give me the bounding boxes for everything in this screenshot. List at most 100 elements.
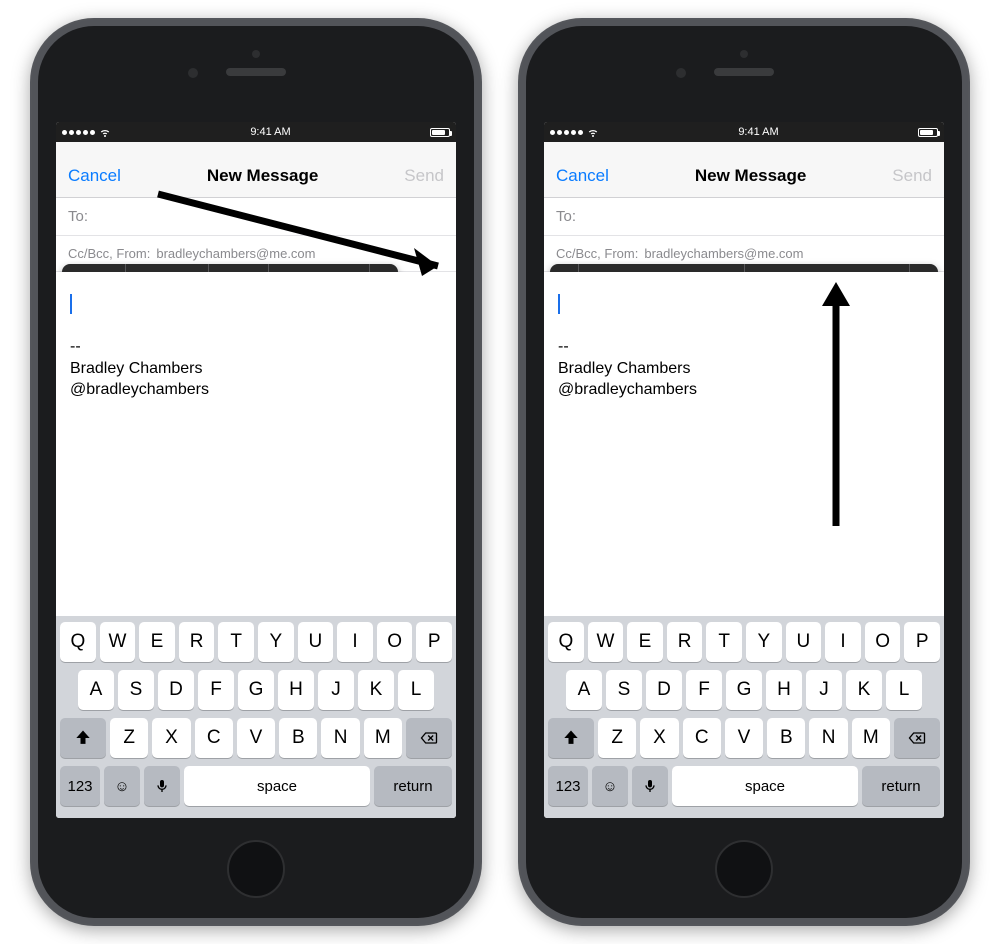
key-backspace[interactable] <box>406 718 452 758</box>
shift-icon <box>73 728 93 748</box>
key-x[interactable]: X <box>640 718 678 758</box>
key-n[interactable]: N <box>321 718 359 758</box>
keyboard: Q W E R T Y U I O P A S D <box>544 616 944 818</box>
key-y[interactable]: Y <box>746 622 782 662</box>
key-return[interactable]: return <box>862 766 940 806</box>
key-123[interactable]: 123 <box>60 766 100 806</box>
key-row-4: 123 ☺ space return <box>548 766 940 806</box>
key-j[interactable]: J <box>318 670 354 710</box>
key-l[interactable]: L <box>398 670 434 710</box>
key-e[interactable]: E <box>627 622 663 662</box>
key-e[interactable]: E <box>139 622 175 662</box>
key-c[interactable]: C <box>683 718 721 758</box>
signal-dots-icon <box>62 130 95 135</box>
key-q[interactable]: Q <box>548 622 584 662</box>
cancel-button[interactable]: Cancel <box>68 166 121 186</box>
home-button[interactable] <box>227 840 285 898</box>
key-space[interactable]: space <box>672 766 858 806</box>
key-c[interactable]: C <box>195 718 233 758</box>
key-emoji[interactable]: ☺ <box>592 766 628 806</box>
key-a[interactable]: A <box>78 670 114 710</box>
key-n[interactable]: N <box>809 718 847 758</box>
key-o[interactable]: O <box>377 622 413 662</box>
key-p[interactable]: P <box>416 622 452 662</box>
key-s[interactable]: S <box>606 670 642 710</box>
cc-label: Cc/Bcc, From: <box>68 246 150 261</box>
key-t[interactable]: T <box>218 622 254 662</box>
status-bar: 9:41 AM <box>544 122 944 142</box>
sheet-strip <box>56 142 456 154</box>
key-f[interactable]: F <box>198 670 234 710</box>
key-m[interactable]: M <box>364 718 402 758</box>
key-z[interactable]: Z <box>110 718 148 758</box>
key-123[interactable]: 123 <box>548 766 588 806</box>
key-b[interactable]: B <box>767 718 805 758</box>
key-a[interactable]: A <box>566 670 602 710</box>
key-z[interactable]: Z <box>598 718 636 758</box>
to-field[interactable]: To: <box>56 198 456 236</box>
key-k[interactable]: K <box>358 670 394 710</box>
key-r[interactable]: R <box>179 622 215 662</box>
key-h[interactable]: H <box>766 670 802 710</box>
key-k[interactable]: K <box>846 670 882 710</box>
home-button[interactable] <box>715 840 773 898</box>
mic-icon <box>154 778 170 794</box>
screen: 9:41 AM Cancel New Message Send To: <box>56 122 456 818</box>
key-w[interactable]: W <box>588 622 624 662</box>
key-h[interactable]: H <box>278 670 314 710</box>
key-dictate[interactable] <box>144 766 180 806</box>
key-g[interactable]: G <box>238 670 274 710</box>
key-backspace[interactable] <box>894 718 940 758</box>
key-s[interactable]: S <box>118 670 154 710</box>
signal-dots-icon <box>550 130 583 135</box>
key-l[interactable]: L <box>886 670 922 710</box>
text-caret-icon <box>558 294 560 314</box>
send-button[interactable]: Send <box>404 166 444 186</box>
sig-sep: -- <box>70 336 442 358</box>
key-shift[interactable] <box>60 718 106 758</box>
sheet-strip <box>544 142 944 154</box>
key-v[interactable]: V <box>237 718 275 758</box>
screen: 9:41 AM Cancel New Message Send To: Cc/B… <box>544 122 944 818</box>
key-w[interactable]: W <box>100 622 136 662</box>
shift-icon <box>561 728 581 748</box>
key-u[interactable]: U <box>298 622 334 662</box>
key-q[interactable]: Q <box>60 622 96 662</box>
speaker-grille <box>226 68 286 76</box>
key-j[interactable]: J <box>806 670 842 710</box>
key-d[interactable]: D <box>646 670 682 710</box>
key-y[interactable]: Y <box>258 622 294 662</box>
key-dictate[interactable] <box>632 766 668 806</box>
cc-label: Cc/Bcc, From: <box>556 246 638 261</box>
cancel-button[interactable]: Cancel <box>556 166 609 186</box>
key-p[interactable]: P <box>904 622 940 662</box>
key-t[interactable]: T <box>706 622 742 662</box>
key-emoji[interactable]: ☺ <box>104 766 140 806</box>
key-v[interactable]: V <box>725 718 763 758</box>
to-field[interactable]: To: <box>544 198 944 236</box>
key-g[interactable]: G <box>726 670 762 710</box>
key-f[interactable]: F <box>686 670 722 710</box>
key-x[interactable]: X <box>152 718 190 758</box>
page-title: New Message <box>695 166 807 186</box>
send-button[interactable]: Send <box>892 166 932 186</box>
backspace-icon <box>419 728 439 748</box>
key-b[interactable]: B <box>279 718 317 758</box>
phone-body: 9:41 AM Cancel New Message Send To: Cc/B… <box>526 26 962 918</box>
key-shift[interactable] <box>548 718 594 758</box>
sig-handle: @bradleychambers <box>558 379 930 401</box>
key-u[interactable]: U <box>786 622 822 662</box>
key-r[interactable]: R <box>667 622 703 662</box>
key-i[interactable]: I <box>825 622 861 662</box>
key-m[interactable]: M <box>852 718 890 758</box>
battery-icon <box>918 128 938 137</box>
key-d[interactable]: D <box>158 670 194 710</box>
key-return[interactable]: return <box>374 766 452 806</box>
key-o[interactable]: O <box>865 622 901 662</box>
sig-sep: -- <box>558 336 930 358</box>
key-i[interactable]: I <box>337 622 373 662</box>
message-body[interactable]: -- Bradley Chambers @bradleychambers <box>56 272 456 616</box>
compose-navbar: Cancel New Message Send <box>56 154 456 198</box>
key-space[interactable]: space <box>184 766 370 806</box>
message-body[interactable]: -- Bradley Chambers @bradleychambers <box>544 272 944 616</box>
